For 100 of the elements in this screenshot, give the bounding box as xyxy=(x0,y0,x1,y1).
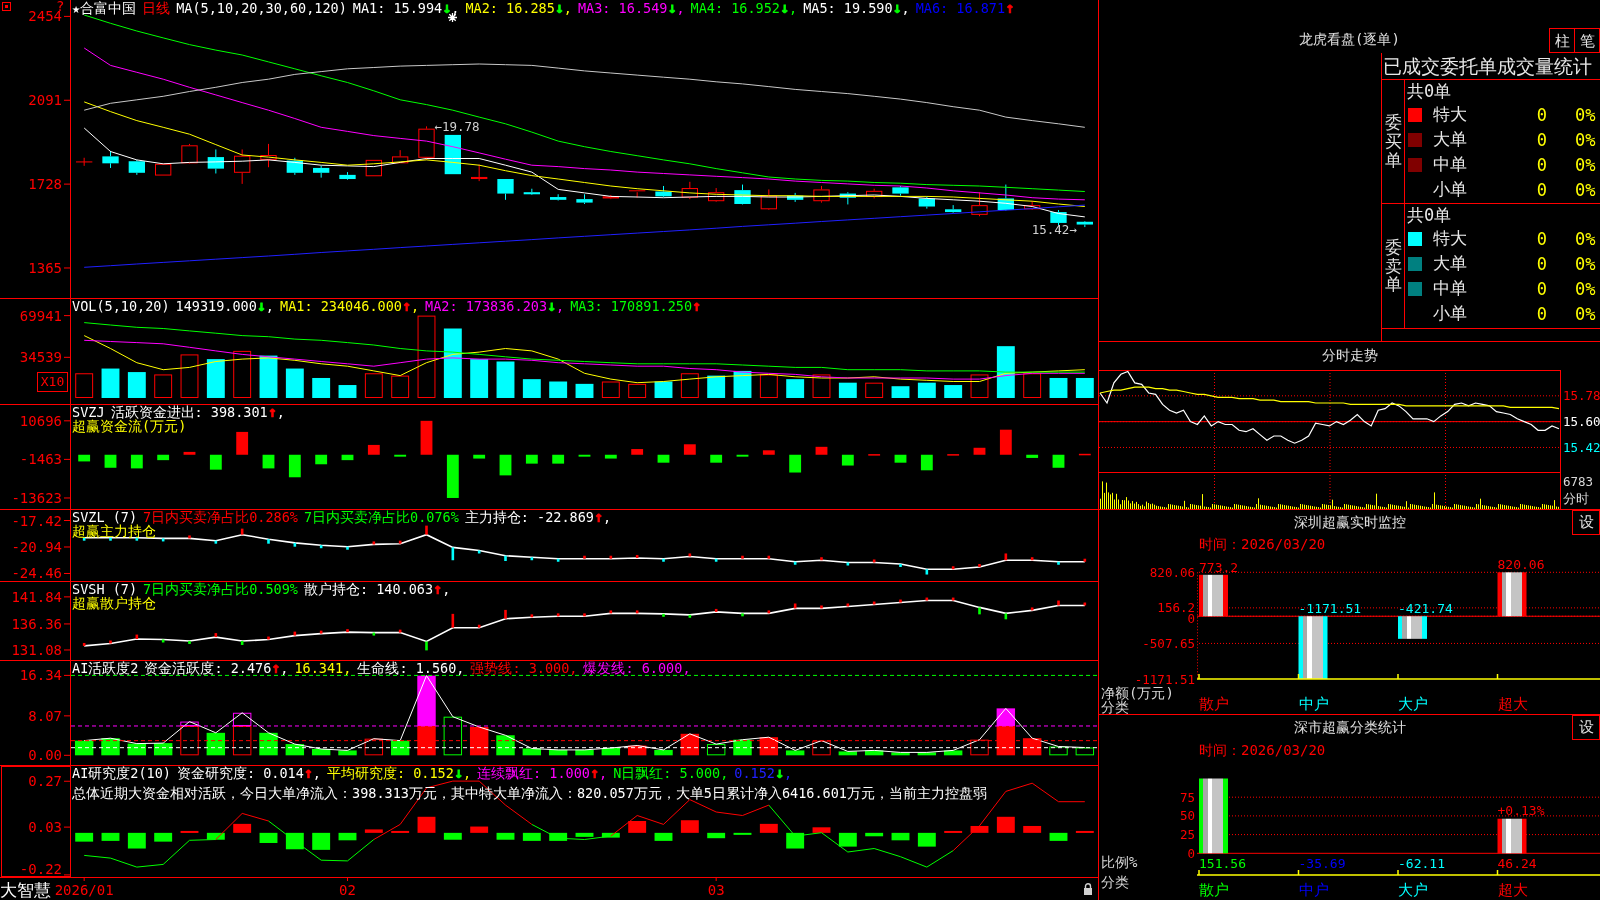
axis-label: -13623 xyxy=(11,489,62,506)
axis-label: -17.42 xyxy=(11,512,62,529)
date-label: 02 xyxy=(339,882,356,898)
order-share: 0% xyxy=(1575,228,1596,249)
multiplier-label: X10 xyxy=(37,372,68,392)
trend-arrow: ↑, xyxy=(433,580,451,598)
axis-label: 10696 xyxy=(19,412,62,429)
axis-label: 50 xyxy=(1179,808,1195,824)
trend-arrow: ↓, xyxy=(442,0,460,17)
legend-item: 散户持仓: 140.063 xyxy=(303,581,434,597)
axis-label: -0.22 xyxy=(19,861,62,877)
order-size-label: 特大 xyxy=(1433,227,1467,250)
date-label: 03 xyxy=(707,882,725,898)
panel-title: 分时走势 xyxy=(1321,347,1378,365)
legend-item: SVZJ xyxy=(72,404,105,420)
legend-item: 资金活跃度: 2.476 xyxy=(144,660,272,676)
category-label: 超大 xyxy=(1497,881,1528,899)
legend-item: 爆发线: 6.000, xyxy=(583,660,691,676)
legend-item: 149319.000 xyxy=(175,298,257,314)
order-size-label: 中单 xyxy=(1433,277,1467,300)
axis-title: 比例% xyxy=(1101,854,1138,870)
value-label: -1171.51 xyxy=(1298,601,1362,617)
legend-item: AI研究度2(10) xyxy=(72,765,171,781)
trend-arrow: ↓, xyxy=(667,0,685,17)
order-count: 0 xyxy=(1536,228,1547,249)
category-label: 中户 xyxy=(1298,695,1329,713)
order-share: 0% xyxy=(1575,104,1596,125)
legend-item: N日飘红: 5.000, xyxy=(613,765,729,781)
legend-item: MA6: 16.871 xyxy=(915,0,1006,16)
legend-item: MA1: 234046.000 xyxy=(280,298,402,314)
axis-label: 0 xyxy=(1187,611,1195,627)
axis-label: 1365 xyxy=(28,259,62,276)
axis-label: 2091 xyxy=(28,92,62,109)
category-label: 超大 xyxy=(1497,695,1528,713)
volume-max-label: 6783 xyxy=(1563,473,1594,489)
order-count: 0 xyxy=(1536,253,1547,274)
axis-label: 0.27 xyxy=(28,773,62,790)
trend-arrow: ↑, xyxy=(303,764,321,782)
legend-item: MA2: 173836.203 xyxy=(425,298,547,314)
axis-label: 0.03 xyxy=(28,819,62,836)
order-share: 0% xyxy=(1575,179,1596,200)
trend-arrow: ↑ xyxy=(1005,0,1015,17)
axis-label: 131.08 xyxy=(11,642,62,658)
order-total: 共0单 xyxy=(1406,204,1452,226)
category-label: 中户 xyxy=(1298,881,1329,899)
axis-label: 15.42 xyxy=(1563,439,1600,455)
trend-arrow: ↓, xyxy=(453,764,472,782)
trend-arrow: ↓, xyxy=(892,0,910,17)
legend-item: SVZL (7) xyxy=(72,509,138,525)
order-share: 0% xyxy=(1575,278,1596,299)
legend-item: 平均研究度: 0.152 xyxy=(327,765,454,781)
legend-item: 0.152 xyxy=(734,765,775,781)
order-share: 0% xyxy=(1575,303,1596,324)
axis-label: 15.60 xyxy=(1563,414,1600,430)
summary-text: 总体近期大资金相对活跃，今日大单净流入：398.313万元，其中特大单净流入：820.057万元，大单5日累计净入6416.601万元，当前主力控盘弱 xyxy=(72,787,987,800)
panel-title: 深圳超赢实时监控 xyxy=(1293,513,1406,532)
trend-arrow: ↓, xyxy=(547,297,565,315)
order-size-label: 特大 xyxy=(1433,103,1467,126)
axis-label: 136.36 xyxy=(11,615,62,632)
date-label: 2026/01 xyxy=(54,882,114,898)
panel-title: 龙虎看盘(逐单) xyxy=(1299,31,1400,49)
bar-annotation: +0.13% xyxy=(1497,802,1545,818)
axis-label: -1171.51 xyxy=(1134,671,1195,687)
order-total: 共0单 xyxy=(1406,80,1452,102)
order-size-label: 大单 xyxy=(1433,252,1467,275)
axis-label: 8.07 xyxy=(28,707,62,724)
indicator-name: 超赢散户持仓 xyxy=(72,597,156,610)
axis-label: 820.06 xyxy=(1149,564,1195,580)
legend-item: 生命线: 1.560, xyxy=(357,660,465,676)
legend-item: MA(5,10,20,30,60,120) xyxy=(176,0,347,16)
order-count: 0 xyxy=(1536,154,1547,175)
order-share: 0% xyxy=(1575,129,1596,150)
legend-item: 强势线: 3.000, xyxy=(470,660,578,676)
category-label: 大户 xyxy=(1398,695,1428,713)
legend-item: MA1: 15.994 xyxy=(352,0,443,16)
axis-label: 69941 xyxy=(19,307,62,324)
order-count: 0 xyxy=(1536,179,1547,200)
value-label: 820.06 xyxy=(1497,557,1545,573)
legend-item: 7日内买卖净占比0.076% xyxy=(303,509,459,525)
legend-item: MA3: 16.549 xyxy=(578,0,668,16)
trend-arrow: ↑ xyxy=(692,297,702,315)
legend-item: 日线 xyxy=(142,0,171,16)
axis-label: 0.00 xyxy=(28,747,62,764)
legend-item: 7日内买卖净占比0.286% xyxy=(143,509,298,525)
order-size-label: 小单 xyxy=(1433,178,1467,201)
trend-arrow: ↓, xyxy=(779,0,798,17)
legend-item: MA5: 19.590 xyxy=(803,0,893,16)
indicator-name: 超赢资金流(万元) xyxy=(72,420,187,433)
category-label: 散户 xyxy=(1199,881,1229,899)
axis-title: 分类 xyxy=(1101,699,1129,714)
axis-label: -1463 xyxy=(19,451,62,468)
time-label: 时间：2026/03/20 xyxy=(1199,535,1326,553)
trend-arrow: ↓, xyxy=(256,297,274,315)
price-annotation: 15.42→ xyxy=(1031,221,1077,237)
axis-label: 141.84 xyxy=(11,588,62,605)
table-title: 已成交委托单成交量统计 xyxy=(1382,53,1600,80)
volume-caption: 分时 xyxy=(1563,490,1589,506)
axis-title: 净额(万元) xyxy=(1101,685,1174,701)
order-size-label: 大单 xyxy=(1433,128,1467,151)
trend-arrow: ↓, xyxy=(554,0,572,17)
